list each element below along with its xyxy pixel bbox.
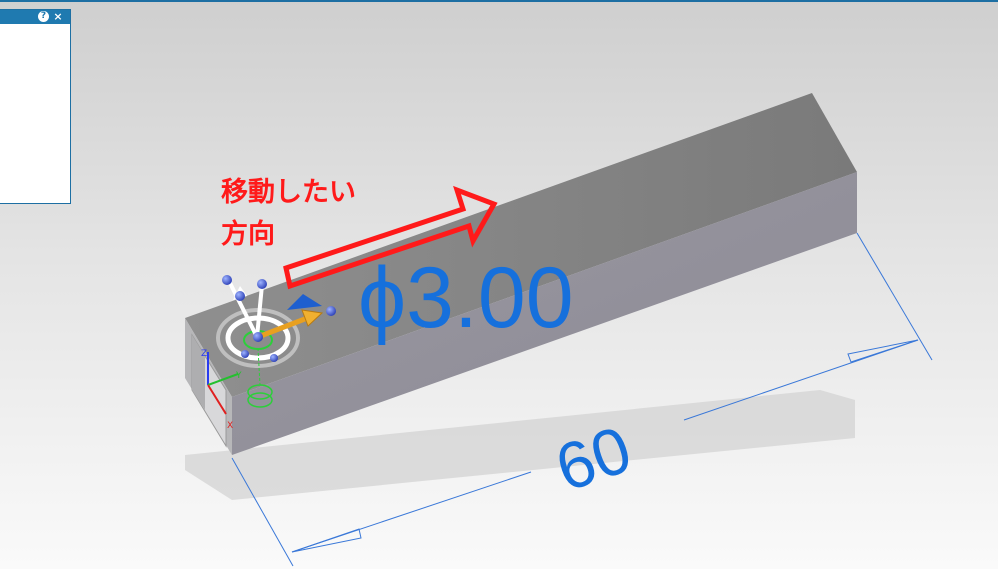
- side-panel-header: ? ×: [0, 10, 70, 24]
- close-icon[interactable]: ×: [52, 10, 64, 23]
- gizmo-ball-center[interactable]: [253, 332, 263, 342]
- diameter-dimension[interactable]: ϕ3.00: [358, 250, 574, 346]
- triad-x-label: X: [227, 421, 233, 431]
- gizmo-ball-right[interactable]: [326, 306, 336, 316]
- annotation-line-2: 方向: [221, 218, 275, 250]
- triad-y-label: Y: [235, 371, 242, 381]
- gizmo-ball-lower-left[interactable]: [241, 350, 249, 358]
- 3d-viewport[interactable]: ϕ3.00 移動したい 方向 60 Z Y X ? ×: [0, 0, 998, 569]
- annotation-line-1: 移動したい: [221, 177, 356, 208]
- scene-canvas[interactable]: ϕ3.00 移動したい 方向 60 Z Y X: [0, 0, 998, 569]
- gizmo-ball-top[interactable]: [257, 279, 267, 289]
- gizmo-ball-lower-right[interactable]: [270, 354, 278, 362]
- help-icon[interactable]: ?: [38, 11, 49, 22]
- side-panel: ? ×: [0, 9, 71, 204]
- dimension-arrowhead-right: [847, 339, 919, 363]
- triad-z-label: Z: [201, 349, 207, 359]
- side-panel-body: [0, 24, 70, 204]
- gizmo-ball-top-left[interactable]: [222, 275, 232, 285]
- gizmo-ball-left[interactable]: [235, 291, 245, 301]
- extension-line-right: [856, 232, 933, 361]
